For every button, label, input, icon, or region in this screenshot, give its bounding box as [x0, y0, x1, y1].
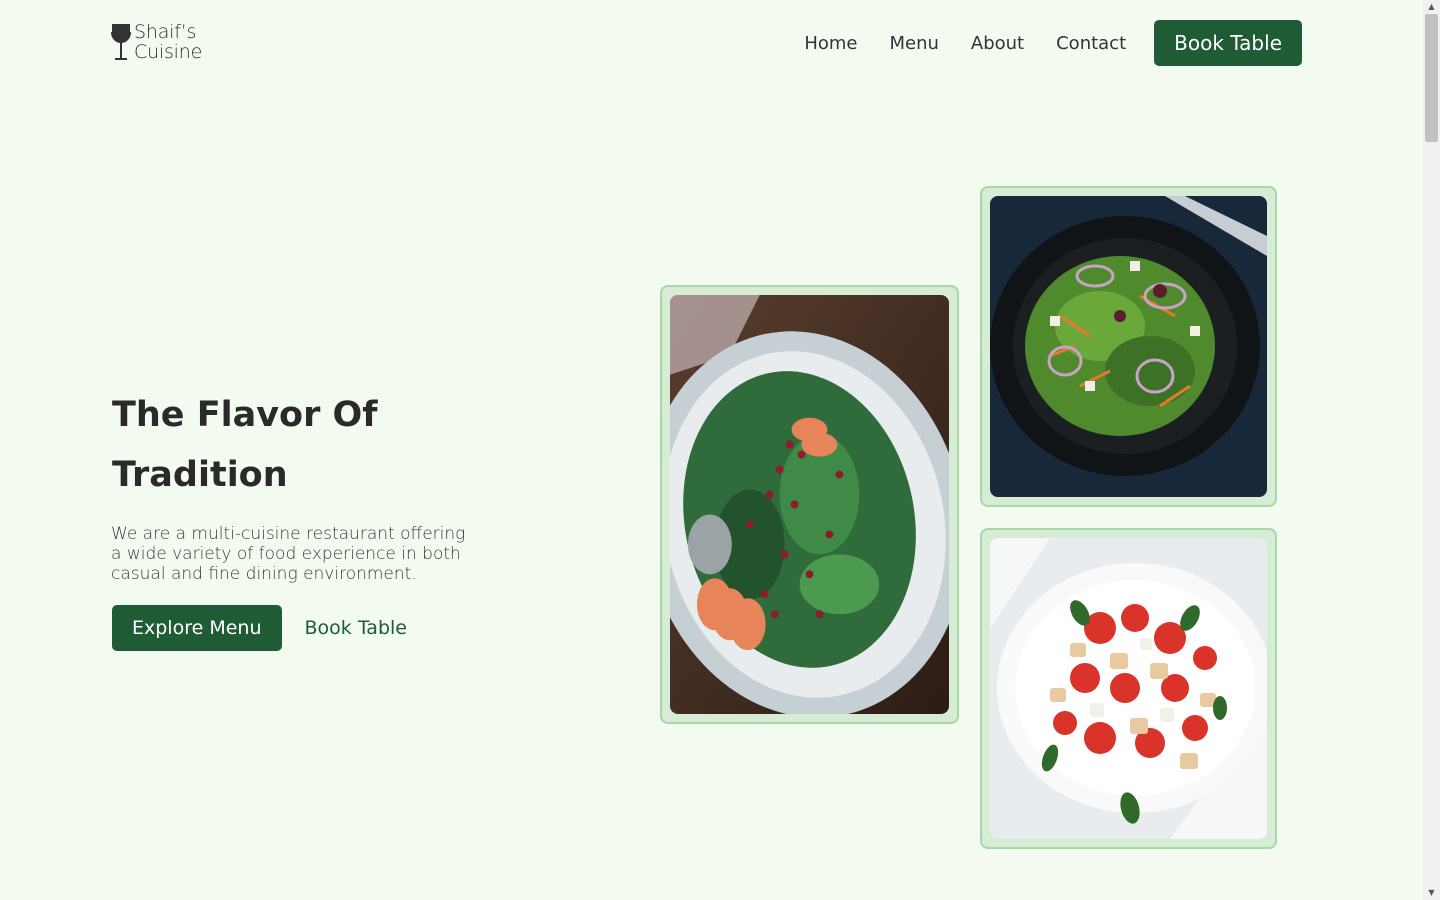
- brand-logo[interactable]: Shaif’s Cuisine: [110, 22, 202, 62]
- tomato-bread-salad-image: [990, 538, 1267, 839]
- gallery-card-1: [660, 285, 959, 724]
- spinach-pomegranate-salad-image: [670, 295, 949, 714]
- brand-name-line2: Cuisine: [134, 41, 203, 63]
- hero-title-line1: The Flavor Of: [112, 395, 378, 435]
- scrollbar-thumb[interactable]: [1425, 14, 1438, 142]
- hero-description: We are a multi-cuisine restaurant offeri…: [111, 524, 466, 584]
- scroll-up-arrow-icon[interactable]: ▲: [1423, 0, 1440, 14]
- nav-about[interactable]: About: [971, 33, 1024, 54]
- main-nav: Home Menu About Contact Book Table: [804, 20, 1302, 66]
- brand-name-line1: Shaif’s: [134, 21, 197, 43]
- gallery-card-3: [980, 528, 1277, 849]
- wine-glass-icon: [111, 24, 131, 60]
- brand-name: Shaif’s Cuisine: [134, 22, 202, 62]
- page-scrollbar[interactable]: ▲ ▼: [1423, 0, 1440, 900]
- scroll-down-arrow-icon[interactable]: ▼: [1423, 886, 1440, 900]
- hero-title-line2: Tradition: [112, 455, 288, 495]
- book-table-link[interactable]: Book Table: [305, 617, 407, 639]
- nav-home[interactable]: Home: [804, 33, 857, 54]
- nav-contact[interactable]: Contact: [1056, 33, 1126, 54]
- gallery-card-2: [980, 186, 1277, 507]
- nav-book-table-button[interactable]: Book Table: [1154, 20, 1302, 66]
- nav-menu[interactable]: Menu: [889, 33, 938, 54]
- hero-actions: Explore Menu Book Table: [112, 605, 407, 651]
- hero-title: The Flavor Of Tradition: [112, 385, 532, 505]
- explore-menu-button[interactable]: Explore Menu: [112, 605, 282, 651]
- mixed-green-salad-image: [990, 196, 1267, 497]
